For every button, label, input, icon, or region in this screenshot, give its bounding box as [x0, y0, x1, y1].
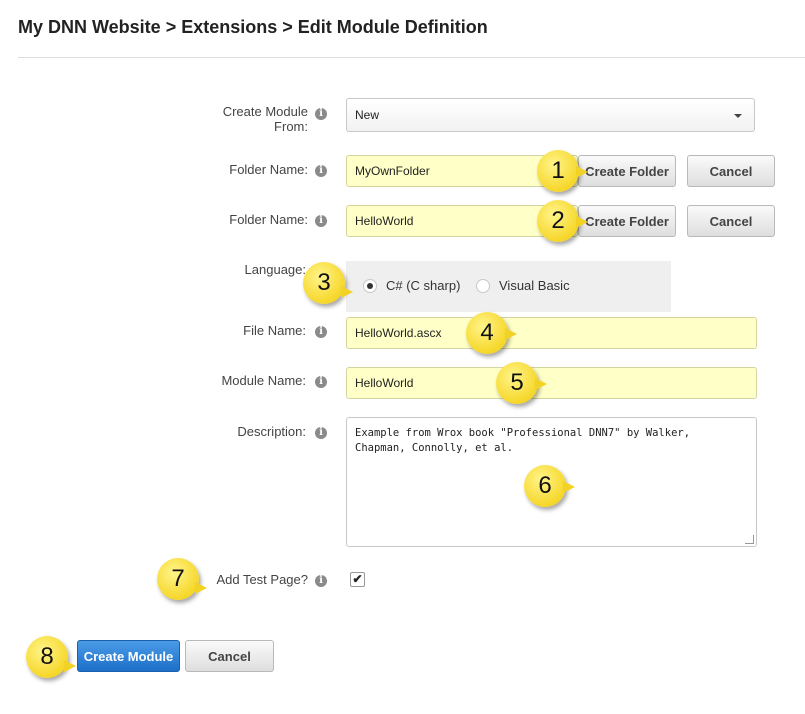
info-icon[interactable]: i: [315, 108, 327, 120]
resize-handle[interactable]: [745, 535, 754, 544]
callout-badge: 2: [537, 200, 588, 242]
module-name-label: Module Name:: [221, 373, 306, 388]
folder-name-label: Folder Name:: [229, 212, 308, 227]
callout-badge: 8: [26, 636, 76, 678]
description-line: Example from Wrox book "Professional DNN…: [355, 427, 691, 439]
callout-badge: 6: [524, 465, 575, 507]
callout-badge: 4: [466, 312, 517, 354]
module-name-input[interactable]: HelloWorld: [346, 367, 757, 399]
info-icon[interactable]: i: [315, 215, 327, 227]
description-line: Chapman, Connolly, et al.: [355, 442, 514, 454]
callout-badge: 5: [496, 362, 547, 404]
radio-vb[interactable]: [476, 279, 490, 293]
callout-badge: 3: [303, 262, 353, 304]
add-test-page-checkbox[interactable]: ✔: [350, 572, 365, 587]
info-icon[interactable]: i: [315, 427, 327, 439]
create-folder-button[interactable]: Create Folder: [578, 205, 676, 237]
info-icon[interactable]: i: [315, 575, 327, 587]
callout-badge: 1: [537, 150, 588, 192]
radio-csharp-label[interactable]: C# (C sharp): [386, 278, 460, 293]
breadcrumb: My DNN Website > Extensions > Edit Modul…: [18, 17, 488, 37]
create-from-select[interactable]: New: [346, 98, 755, 132]
info-icon[interactable]: i: [315, 165, 327, 177]
chevron-down-icon: [734, 114, 742, 118]
radio-csharp[interactable]: [363, 279, 377, 293]
divider: [18, 57, 805, 58]
info-icon[interactable]: i: [315, 326, 327, 338]
cancel-folder-button[interactable]: Cancel: [687, 205, 775, 237]
callout-badge: 7: [157, 558, 207, 600]
create-module-button[interactable]: Create Module: [77, 640, 180, 672]
radio-vb-label[interactable]: Visual Basic: [499, 278, 570, 293]
description-label: Description:: [237, 424, 306, 439]
folder-name-label: Folder Name:: [229, 162, 308, 177]
create-folder-button[interactable]: Create Folder: [578, 155, 676, 187]
info-icon[interactable]: i: [315, 376, 327, 388]
create-from-value: New: [355, 108, 380, 122]
file-name-input[interactable]: HelloWorld.ascx: [346, 317, 757, 349]
create-from-label: Create Module From:: [222, 104, 308, 134]
file-name-label: File Name:: [243, 323, 306, 338]
cancel-folder-button[interactable]: Cancel: [687, 155, 775, 187]
cancel-button[interactable]: Cancel: [185, 640, 274, 672]
language-label: Language:: [244, 262, 306, 277]
